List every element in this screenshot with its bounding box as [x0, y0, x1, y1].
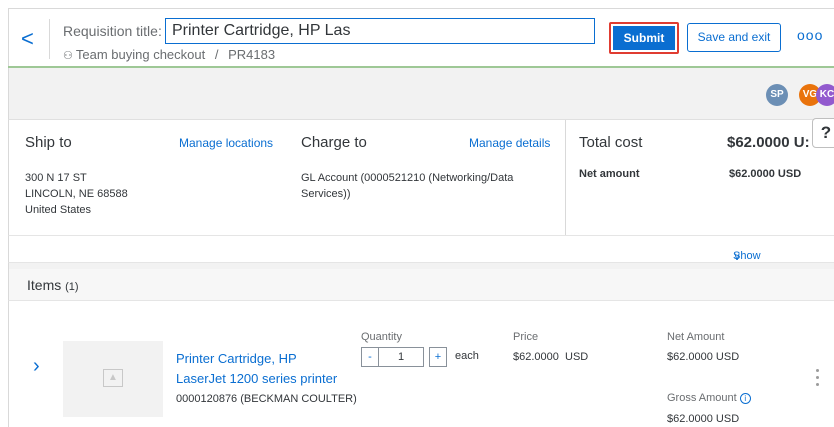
price-value: $62.0000 USD — [513, 351, 589, 363]
show-additional-details-bar: ∨ Show additional details — [8, 235, 834, 286]
ship-address-line3: United States — [25, 204, 92, 216]
quantity-increment-button[interactable]: + — [429, 347, 447, 367]
item-thumbnail: ▲ — [63, 341, 163, 417]
submit-button[interactable]: Submit — [613, 26, 675, 50]
help-button[interactable]: ? — [812, 118, 834, 148]
net-amount-value: $62.0000 USD — [729, 168, 802, 180]
quantity-label: Quantity — [361, 331, 402, 343]
breadcrumb-requisition-id: PR4183 — [228, 47, 276, 62]
items-count: (1) — [65, 281, 79, 293]
breadcrumb: ⚇ Team buying checkout / PR4183 — [63, 47, 275, 62]
requisition-title-input[interactable] — [165, 18, 595, 44]
requisition-header: < Requisition title: * ⚇Team buying chec… — [8, 8, 834, 66]
charge-account-line1: GL Account (0000521210 (Networking/Data — [301, 172, 514, 184]
summary-divider — [565, 120, 566, 235]
expand-item-icon[interactable]: › — [33, 355, 40, 378]
item-actions-icon[interactable] — [816, 369, 820, 390]
item-name-link[interactable]: Printer Cartridge, HP LaserJet 1200 seri… — [176, 349, 366, 389]
ship-to-title: Ship to — [25, 134, 72, 151]
header-divider — [49, 19, 50, 59]
breadcrumb-team-checkout[interactable]: Team buying checkout — [76, 47, 205, 62]
ship-address-line1: 300 N 17 ST — [25, 172, 87, 184]
info-icon[interactable]: i — [739, 393, 751, 404]
requisition-title-label: Requisition title: * — [63, 23, 171, 39]
save-and-exit-button[interactable]: Save and exit — [687, 23, 781, 52]
items-header: Items (1) — [8, 269, 834, 301]
quantity-input[interactable]: 1 — [378, 347, 424, 367]
back-button[interactable]: < — [21, 25, 41, 53]
total-cost-value: $62.0000 U: — [727, 134, 810, 151]
image-placeholder-icon: ▲ — [103, 369, 123, 387]
net-amount-item-label: Net Amount — [667, 331, 725, 343]
team-members-bar: SP VG KC — [8, 68, 834, 120]
team-icon: ⚇ — [63, 50, 73, 62]
items-title: Items (1) — [27, 277, 79, 293]
manage-locations-link[interactable]: Manage locations — [179, 136, 273, 150]
gross-amount-value: $62.0000 USD — [667, 413, 740, 425]
quantity-decrement-button[interactable]: - — [361, 347, 379, 367]
total-cost-title: Total cost — [579, 134, 643, 151]
chevron-left-icon: < — [21, 26, 34, 51]
item-supplier-code: 0000120876 (BECKMAN COULTER) — [176, 393, 357, 405]
ship-address-line2: LINCOLN, NE 68588 — [25, 188, 128, 200]
manage-details-link[interactable]: Manage details — [469, 136, 550, 150]
more-options-icon[interactable]: ooo — [797, 27, 823, 43]
avatar-kc[interactable]: KC — [816, 84, 834, 106]
charge-to-title: Charge to — [301, 134, 367, 151]
net-amount-item-value: $62.0000 USD — [667, 351, 740, 363]
price-label: Price — [513, 331, 539, 343]
requisition-summary: Ship to Manage locations 300 N 17 ST LIN… — [8, 120, 834, 235]
net-amount-label: Net amount — [579, 168, 640, 180]
submit-highlight: Submit — [609, 22, 679, 54]
charge-account-line2: Services)) — [301, 188, 351, 200]
avatar-sp[interactable]: SP — [766, 84, 788, 106]
gross-amount-label: Gross Amount i — [667, 392, 751, 404]
breadcrumb-separator: / — [214, 47, 219, 62]
items-list: › ▲ Printer Cartridge, HP LaserJet 1200 … — [8, 301, 834, 427]
quantity-unit: each — [455, 350, 479, 362]
